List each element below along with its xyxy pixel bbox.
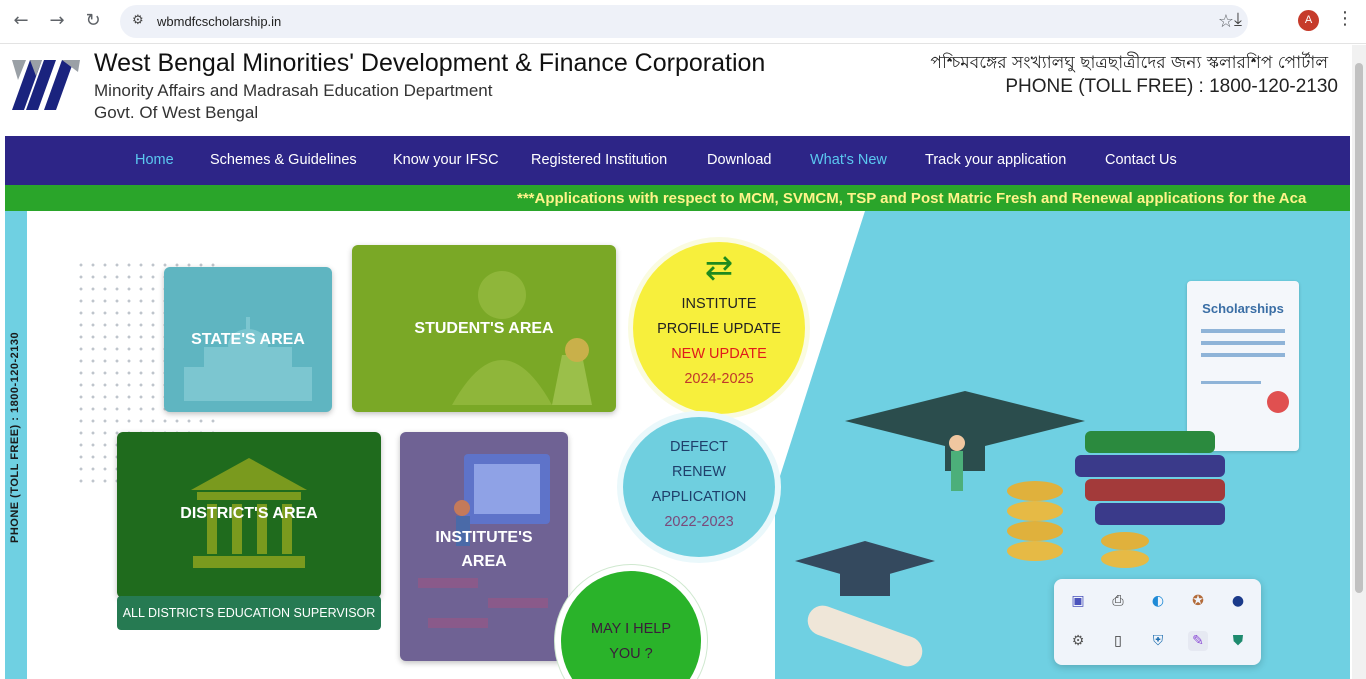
clock-icon[interactable]: ● bbox=[1228, 591, 1248, 611]
org-govt: Govt. Of West Bengal bbox=[94, 103, 259, 122]
defender-icon[interactable]: ⛨ bbox=[1148, 631, 1168, 651]
capitol-building-icon bbox=[184, 317, 312, 401]
swap-arrows-icon: ⇄ bbox=[704, 248, 734, 288]
nav-registered-institution[interactable]: Registered Institution bbox=[531, 152, 667, 168]
edge-icon[interactable]: ◐ bbox=[1148, 591, 1168, 611]
scrollbar-thumb[interactable] bbox=[1355, 63, 1363, 593]
network-icon[interactable]: ⚙ bbox=[1068, 631, 1088, 651]
forward-icon[interactable]: → bbox=[46, 10, 68, 32]
nav-home[interactable]: Home bbox=[135, 152, 174, 168]
nav-contact[interactable]: Contact Us bbox=[1105, 152, 1177, 168]
badge-icon[interactable]: ✪ bbox=[1188, 591, 1208, 611]
institute-area-tile[interactable]: INSTITUTE'S AREA bbox=[400, 432, 568, 661]
institute-area-label: INSTITUTE'S AREA bbox=[400, 526, 568, 574]
defect-line3: APPLICATION bbox=[651, 489, 747, 505]
institute-profile-update-circle[interactable]: ⇄ INSTITUTE PROFILE UPDATE NEW UPDATE 20… bbox=[633, 242, 805, 414]
may-i-help-circle[interactable]: MAY I HELP YOU ? bbox=[561, 571, 701, 679]
profile-avatar[interactable]: A bbox=[1298, 10, 1319, 31]
teams-icon[interactable]: ▣ bbox=[1068, 591, 1088, 611]
main-nav: Home Schemes & Guidelines Know your IFSC… bbox=[5, 136, 1350, 185]
wbmdfc-logo bbox=[12, 60, 80, 110]
district-area-label: DISTRICT'S AREA bbox=[180, 505, 318, 522]
pen-icon[interactable]: ✎ bbox=[1188, 631, 1208, 651]
seal-icon bbox=[1267, 391, 1289, 413]
announcement-marquee[interactable]: ***Applications with respect to MCM, SVM… bbox=[5, 185, 1350, 211]
state-area-label: STATE'S AREA bbox=[191, 331, 305, 348]
reload-icon[interactable]: ↻ bbox=[82, 10, 104, 32]
state-area-tile[interactable]: STATE'S AREA bbox=[164, 267, 332, 412]
nav-ifsc[interactable]: Know your IFSC bbox=[393, 152, 499, 168]
help-line2: YOU ? bbox=[609, 646, 653, 662]
address-bar[interactable]: ⚙ wbmdfcscholarship.in ☆ bbox=[120, 5, 1248, 38]
institute-area-line2: AREA bbox=[461, 553, 507, 570]
nav-download[interactable]: Download bbox=[707, 152, 772, 168]
nav-schemes[interactable]: Schemes & Guidelines bbox=[210, 152, 357, 168]
scholarships-label: Scholarships bbox=[1202, 301, 1284, 316]
district-area-tile[interactable]: DISTRICT'S AREA bbox=[117, 432, 381, 598]
org-title: West Bengal Minorities' Development & Fi… bbox=[94, 49, 766, 77]
defect-line4: 2022-2023 bbox=[664, 514, 734, 530]
profile-line3: NEW UPDATE bbox=[671, 346, 767, 362]
printer-icon[interactable]: ⎙ bbox=[1108, 591, 1128, 611]
usb-icon[interactable]: ▯ bbox=[1108, 631, 1128, 651]
student-area-label: STUDENT'S AREA bbox=[414, 320, 554, 337]
download-icon[interactable]: ⤓ bbox=[1234, 9, 1242, 30]
system-tray-overflow: ▣ ⎙ ◐ ✪ ● ⚙ ▯ ⛨ ✎ ⛊ bbox=[1054, 579, 1261, 665]
site-info-icon[interactable]: ⚙ bbox=[132, 13, 148, 29]
profile-line4: 2024-2025 bbox=[684, 371, 754, 387]
url-text[interactable]: wbmdfcscholarship.in bbox=[157, 14, 281, 29]
bookmark-star-icon[interactable]: ☆ bbox=[1218, 11, 1234, 32]
nav-track-application[interactable]: Track your application bbox=[925, 152, 1066, 168]
defect-line2: RENEW bbox=[672, 464, 726, 480]
institute-area-line1: INSTITUTE'S bbox=[435, 529, 533, 546]
org-department: Minority Affairs and Madrasah Education … bbox=[94, 81, 493, 100]
nav-whats-new[interactable]: What's New bbox=[810, 152, 887, 168]
defect-line1: DEFECT bbox=[670, 439, 728, 455]
side-phone-text: PHONE (TOLL FREE) : 1800-120-2130 bbox=[9, 331, 21, 543]
all-districts-supervisor-button[interactable]: ALL DISTRICTS EDUCATION SUPERVISOR bbox=[117, 596, 381, 630]
browser-toolbar: ← → ↻ ⚙ wbmdfcscholarship.in ☆ ⤓ A ⋮ bbox=[0, 0, 1366, 44]
bengali-tagline: পশ্চিমবঙ্গের সংখ্যালঘু ছাত্রছাত্রীদের জন… bbox=[930, 53, 1328, 73]
shield-icon[interactable]: ⛊ bbox=[1228, 631, 1248, 651]
side-phone-strip: PHONE (TOLL FREE) : 1800-120-2130 bbox=[5, 211, 27, 679]
profile-line2: PROFILE UPDATE bbox=[657, 321, 781, 337]
profile-line1: INSTITUTE bbox=[681, 296, 757, 312]
defect-renew-circle[interactable]: DEFECT RENEW APPLICATION 2022-2023 bbox=[623, 417, 775, 557]
menu-icon[interactable]: ⋮ bbox=[1336, 8, 1354, 29]
tollfree-phone: PHONE (TOLL FREE) : 1800-120-2130 bbox=[1005, 76, 1338, 97]
page-scrollbar[interactable] bbox=[1352, 45, 1366, 679]
student-area-tile[interactable]: STUDENT'S AREA bbox=[352, 245, 616, 412]
help-line1: MAY I HELP bbox=[590, 621, 672, 637]
back-icon[interactable]: ← bbox=[10, 10, 32, 32]
marquee-text[interactable]: ***Applications with respect to MCM, SVM… bbox=[517, 190, 1306, 207]
